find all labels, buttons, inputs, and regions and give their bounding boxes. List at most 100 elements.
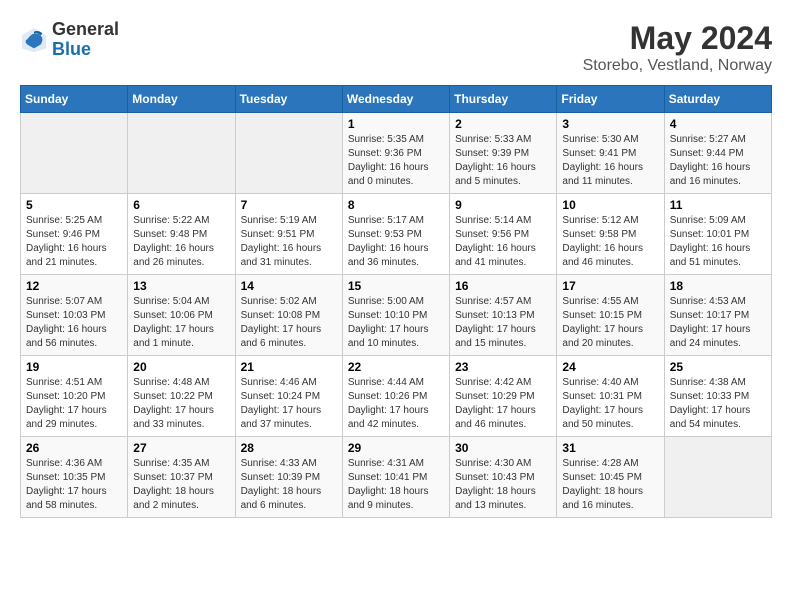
calendar-cell: 7 Sunrise: 5:19 AM Sunset: 9:51 PM Daylig… xyxy=(235,194,342,275)
calendar-cell: 25Sunrise: 4:38 AM Sunset: 10:33 PM Dayl… xyxy=(664,356,771,437)
calendar-cell: 4 Sunrise: 5:27 AM Sunset: 9:44 PM Daylig… xyxy=(664,113,771,194)
calendar-week-4: 19 Sunrise: 4:51 AM Sunset: 10:20 PM Dayl… xyxy=(21,356,772,437)
calendar-header: Sunday Monday Tuesday Wednesday Thursday… xyxy=(21,86,772,113)
calendar-cell: 27 Sunrise: 4:35 AM Sunset: 10:37 PM Dayl… xyxy=(128,437,235,518)
day-number: 18 xyxy=(670,279,766,293)
header-thursday: Thursday xyxy=(450,86,557,113)
day-info: Sunrise: 5:09 AM Sunset: 10:01 PM Daylig… xyxy=(670,214,766,270)
day-number: 5 xyxy=(26,198,122,212)
header-monday: Monday xyxy=(128,86,235,113)
calendar-cell: 22Sunrise: 4:44 AM Sunset: 10:26 PM Dayl… xyxy=(342,356,449,437)
calendar-table: Sunday Monday Tuesday Wednesday Thursday… xyxy=(20,85,772,518)
day-number: 24 xyxy=(562,360,658,374)
calendar-cell: 8 Sunrise: 5:17 AM Sunset: 9:53 PM Daylig… xyxy=(342,194,449,275)
day-info: Sunrise: 5:17 AM Sunset: 9:53 PM Dayligh… xyxy=(348,214,444,270)
calendar-cell: 19 Sunrise: 4:51 AM Sunset: 10:20 PM Dayl… xyxy=(21,356,128,437)
day-info: Sunrise: 5:30 AM Sunset: 9:41 PM Dayligh… xyxy=(562,133,658,189)
day-info: Sunrise: 4:44 AM Sunset: 10:26 PM Daylig… xyxy=(348,376,444,432)
logo-blue-text: Blue xyxy=(52,40,119,60)
day-info: Sunrise: 4:57 AM Sunset: 10:13 PM Daylig… xyxy=(455,295,551,351)
calendar-cell: 13 Sunrise: 5:04 AM Sunset: 10:06 PM Dayl… xyxy=(128,275,235,356)
calendar-cell: 28 Sunrise: 4:33 AM Sunset: 10:39 PM Dayl… xyxy=(235,437,342,518)
day-number: 3 xyxy=(562,117,658,131)
calendar-title: May 2024 xyxy=(583,20,772,57)
day-number: 9 xyxy=(455,198,551,212)
day-info: Sunrise: 5:14 AM Sunset: 9:56 PM Dayligh… xyxy=(455,214,551,270)
logo-icon xyxy=(20,26,48,54)
calendar-week-3: 12Sunrise: 5:07 AM Sunset: 10:03 PM Dayl… xyxy=(21,275,772,356)
day-number: 4 xyxy=(670,117,766,131)
logo-text: General Blue xyxy=(52,20,119,60)
calendar-cell: 15Sunrise: 5:00 AM Sunset: 10:10 PM Dayl… xyxy=(342,275,449,356)
day-number: 29 xyxy=(348,441,444,455)
header-saturday: Saturday xyxy=(664,86,771,113)
header-sunday: Sunday xyxy=(21,86,128,113)
calendar-cell: 29Sunrise: 4:31 AM Sunset: 10:41 PM Dayl… xyxy=(342,437,449,518)
day-number: 23 xyxy=(455,360,551,374)
day-number: 13 xyxy=(133,279,229,293)
day-number: 20 xyxy=(133,360,229,374)
day-number: 21 xyxy=(241,360,337,374)
calendar-subtitle: Storebo, Vestland, Norway xyxy=(583,57,772,75)
day-info: Sunrise: 4:36 AM Sunset: 10:35 PM Daylig… xyxy=(26,457,122,513)
day-number: 16 xyxy=(455,279,551,293)
header-friday: Friday xyxy=(557,86,664,113)
day-info: Sunrise: 5:12 AM Sunset: 9:58 PM Dayligh… xyxy=(562,214,658,270)
day-info: Sunrise: 5:04 AM Sunset: 10:06 PM Daylig… xyxy=(133,295,229,351)
calendar-cell: 23Sunrise: 4:42 AM Sunset: 10:29 PM Dayl… xyxy=(450,356,557,437)
day-info: Sunrise: 4:38 AM Sunset: 10:33 PM Daylig… xyxy=(670,376,766,432)
day-info: Sunrise: 5:27 AM Sunset: 9:44 PM Dayligh… xyxy=(670,133,766,189)
day-info: Sunrise: 5:25 AM Sunset: 9:46 PM Dayligh… xyxy=(26,214,122,270)
day-info: Sunrise: 4:28 AM Sunset: 10:45 PM Daylig… xyxy=(562,457,658,513)
day-number: 11 xyxy=(670,198,766,212)
header-wednesday: Wednesday xyxy=(342,86,449,113)
day-info: Sunrise: 4:51 AM Sunset: 10:20 PM Daylig… xyxy=(26,376,122,432)
calendar-cell: 26 Sunrise: 4:36 AM Sunset: 10:35 PM Dayl… xyxy=(21,437,128,518)
day-number: 28 xyxy=(241,441,337,455)
day-info: Sunrise: 5:33 AM Sunset: 9:39 PM Dayligh… xyxy=(455,133,551,189)
calendar-cell: 31Sunrise: 4:28 AM Sunset: 10:45 PM Dayl… xyxy=(557,437,664,518)
day-number: 7 xyxy=(241,198,337,212)
day-number: 8 xyxy=(348,198,444,212)
day-info: Sunrise: 4:35 AM Sunset: 10:37 PM Daylig… xyxy=(133,457,229,513)
day-number: 15 xyxy=(348,279,444,293)
header-row: Sunday Monday Tuesday Wednesday Thursday… xyxy=(21,86,772,113)
calendar-cell: 9 Sunrise: 5:14 AM Sunset: 9:56 PM Daylig… xyxy=(450,194,557,275)
day-number: 27 xyxy=(133,441,229,455)
day-info: Sunrise: 5:02 AM Sunset: 10:08 PM Daylig… xyxy=(241,295,337,351)
calendar-cell: 18Sunrise: 4:53 AM Sunset: 10:17 PM Dayl… xyxy=(664,275,771,356)
calendar-cell: 2Sunrise: 5:33 AM Sunset: 9:39 PM Daylig… xyxy=(450,113,557,194)
day-number: 26 xyxy=(26,441,122,455)
calendar-cell: 1 Sunrise: 5:35 AM Sunset: 9:36 PM Daylig… xyxy=(342,113,449,194)
day-number: 30 xyxy=(455,441,551,455)
day-info: Sunrise: 4:40 AM Sunset: 10:31 PM Daylig… xyxy=(562,376,658,432)
day-info: Sunrise: 4:48 AM Sunset: 10:22 PM Daylig… xyxy=(133,376,229,432)
calendar-cell: 11 Sunrise: 5:09 AM Sunset: 10:01 PM Dayl… xyxy=(664,194,771,275)
day-info: Sunrise: 5:35 AM Sunset: 9:36 PM Dayligh… xyxy=(348,133,444,189)
day-info: Sunrise: 4:33 AM Sunset: 10:39 PM Daylig… xyxy=(241,457,337,513)
calendar-cell: 10 Sunrise: 5:12 AM Sunset: 9:58 PM Dayli… xyxy=(557,194,664,275)
calendar-cell: 21Sunrise: 4:46 AM Sunset: 10:24 PM Dayl… xyxy=(235,356,342,437)
calendar-cell: 14 Sunrise: 5:02 AM Sunset: 10:08 PM Dayl… xyxy=(235,275,342,356)
day-info: Sunrise: 4:30 AM Sunset: 10:43 PM Daylig… xyxy=(455,457,551,513)
day-number: 19 xyxy=(26,360,122,374)
calendar-cell xyxy=(664,437,771,518)
calendar-week-5: 26 Sunrise: 4:36 AM Sunset: 10:35 PM Dayl… xyxy=(21,437,772,518)
calendar-cell: 12Sunrise: 5:07 AM Sunset: 10:03 PM Dayl… xyxy=(21,275,128,356)
day-info: Sunrise: 5:19 AM Sunset: 9:51 PM Dayligh… xyxy=(241,214,337,270)
calendar-cell: 17 Sunrise: 4:55 AM Sunset: 10:15 PM Dayl… xyxy=(557,275,664,356)
logo-general-text: General xyxy=(52,20,119,40)
day-number: 17 xyxy=(562,279,658,293)
calendar-cell: 3 Sunrise: 5:30 AM Sunset: 9:41 PM Daylig… xyxy=(557,113,664,194)
day-number: 10 xyxy=(562,198,658,212)
calendar-week-2: 5 Sunrise: 5:25 AM Sunset: 9:46 PM Daylig… xyxy=(21,194,772,275)
day-number: 1 xyxy=(348,117,444,131)
calendar-cell: 16 Sunrise: 4:57 AM Sunset: 10:13 PM Dayl… xyxy=(450,275,557,356)
calendar-cell: 5 Sunrise: 5:25 AM Sunset: 9:46 PM Daylig… xyxy=(21,194,128,275)
day-number: 6 xyxy=(133,198,229,212)
day-info: Sunrise: 4:55 AM Sunset: 10:15 PM Daylig… xyxy=(562,295,658,351)
calendar-cell xyxy=(21,113,128,194)
calendar-cell: 20 Sunrise: 4:48 AM Sunset: 10:22 PM Dayl… xyxy=(128,356,235,437)
calendar-cell: 6Sunrise: 5:22 AM Sunset: 9:48 PM Daylig… xyxy=(128,194,235,275)
day-number: 14 xyxy=(241,279,337,293)
